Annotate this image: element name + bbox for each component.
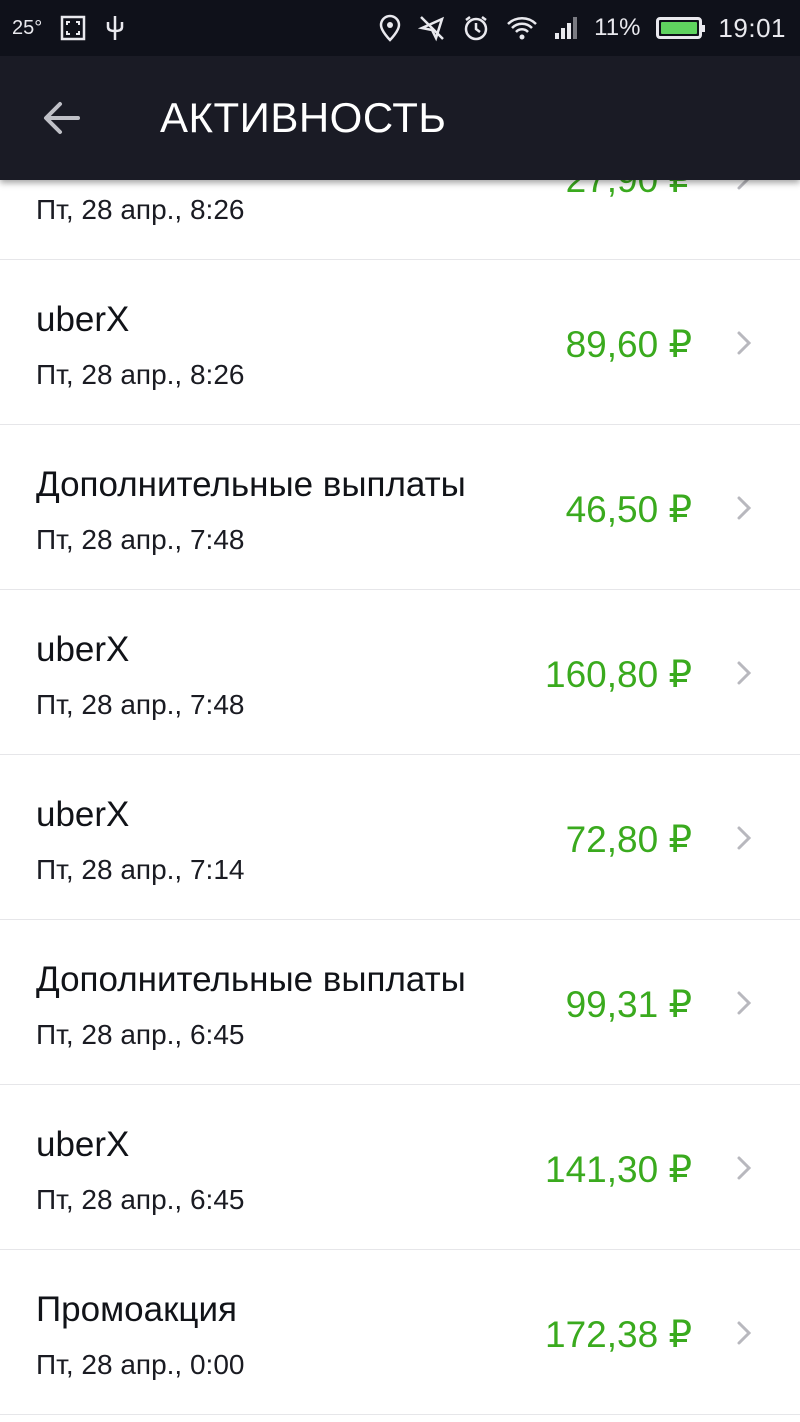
status-bar: 25° 11% 19:01	[0, 0, 800, 56]
mute-icon	[418, 14, 446, 42]
activity-title: Дополнительные выплаты	[36, 465, 466, 504]
activity-date: Пт, 28 апр., 7:14	[36, 854, 245, 885]
activity-date: Пт, 28 апр., 7:48	[36, 689, 245, 720]
activity-amount: 141,30 ₽	[545, 1149, 692, 1190]
location-icon	[378, 14, 402, 42]
chevron-right-icon	[737, 1321, 752, 1345]
temperature-text: 25°	[12, 16, 43, 39]
activity-title: Промоакция	[36, 1290, 237, 1329]
activity-date: Пт, 28 апр., 7:48	[36, 524, 245, 555]
activity-row[interactable]: uberX Пт, 28 апр., 8:26 89,60 ₽	[0, 260, 800, 425]
activity-row[interactable]: uberX Пт, 28 апр., 6:45 141,30 ₽	[0, 1085, 800, 1250]
page-title: АКТИВНОСТЬ	[160, 94, 447, 141]
battery-fill	[661, 22, 698, 34]
chevron-right-icon	[737, 331, 752, 355]
activity-row[interactable]: Дополнительные выплаты Пт, 28 апр., 7:48…	[0, 425, 800, 590]
chevron-right-icon	[737, 1156, 752, 1180]
chevron-right-icon	[737, 826, 752, 850]
activity-amount: 46,50 ₽	[565, 489, 692, 530]
activity-amount: 89,60 ₽	[565, 324, 692, 365]
chevron-right-icon	[737, 661, 752, 685]
back-button[interactable]	[0, 56, 124, 180]
activity-amount: 172,38 ₽	[545, 1314, 692, 1355]
activity-date: Пт, 28 апр., 6:45	[36, 1184, 245, 1215]
activity-date: Пт, 28 апр., 0:00	[36, 1349, 245, 1380]
activity-date: Пт, 28 апр., 6:45	[36, 1019, 245, 1050]
battery-icon	[656, 17, 706, 39]
app-bar: АКТИВНОСТЬ	[0, 56, 800, 180]
status-left: 25°	[12, 14, 126, 42]
activity-title: uberX	[36, 1125, 130, 1164]
signal-icon	[554, 16, 578, 40]
chevron-right-icon	[737, 496, 752, 520]
arrow-left-icon	[44, 102, 80, 134]
activity-title: uberX	[36, 300, 130, 339]
activity-row[interactable]: uberX Пт, 28 апр., 7:14 72,80 ₽	[0, 755, 800, 920]
activity-amount: 160,80 ₽	[545, 654, 692, 695]
activity-title: Дополнительные выплаты	[36, 960, 466, 999]
activity-amount: 72,80 ₽	[565, 819, 692, 860]
activity-row[interactable]: uberX Пт, 28 апр., 7:48 160,80 ₽	[0, 590, 800, 755]
activity-row[interactable]: Дополнительные выплаты Пт, 28 апр., 6:45…	[0, 920, 800, 1085]
clock-time: 19:01	[718, 12, 786, 43]
activity-row[interactable]: Промоакция Пт, 28 апр., 0:00 172,38 ₽	[0, 1250, 800, 1415]
activity-date: Пт, 28 апр., 8:26	[36, 359, 245, 390]
activity-title: uberX	[36, 630, 130, 669]
activity-title: uberX	[36, 795, 130, 834]
battery-percent: 11%	[594, 14, 641, 41]
activity-amount: 99,31 ₽	[565, 984, 692, 1025]
usb-icon	[104, 14, 126, 42]
chevron-right-icon	[737, 991, 752, 1015]
wifi-icon	[506, 15, 538, 41]
screenshot-icon	[60, 15, 86, 41]
status-right: 11% 19:01	[378, 13, 786, 44]
alarm-icon	[462, 14, 490, 42]
activity-list: Пт, 28 апр., 8:26 27,90 ₽ uberX Пт, 28 а…	[0, 95, 800, 1415]
activity-date: Пт, 28 апр., 8:26	[36, 194, 245, 225]
